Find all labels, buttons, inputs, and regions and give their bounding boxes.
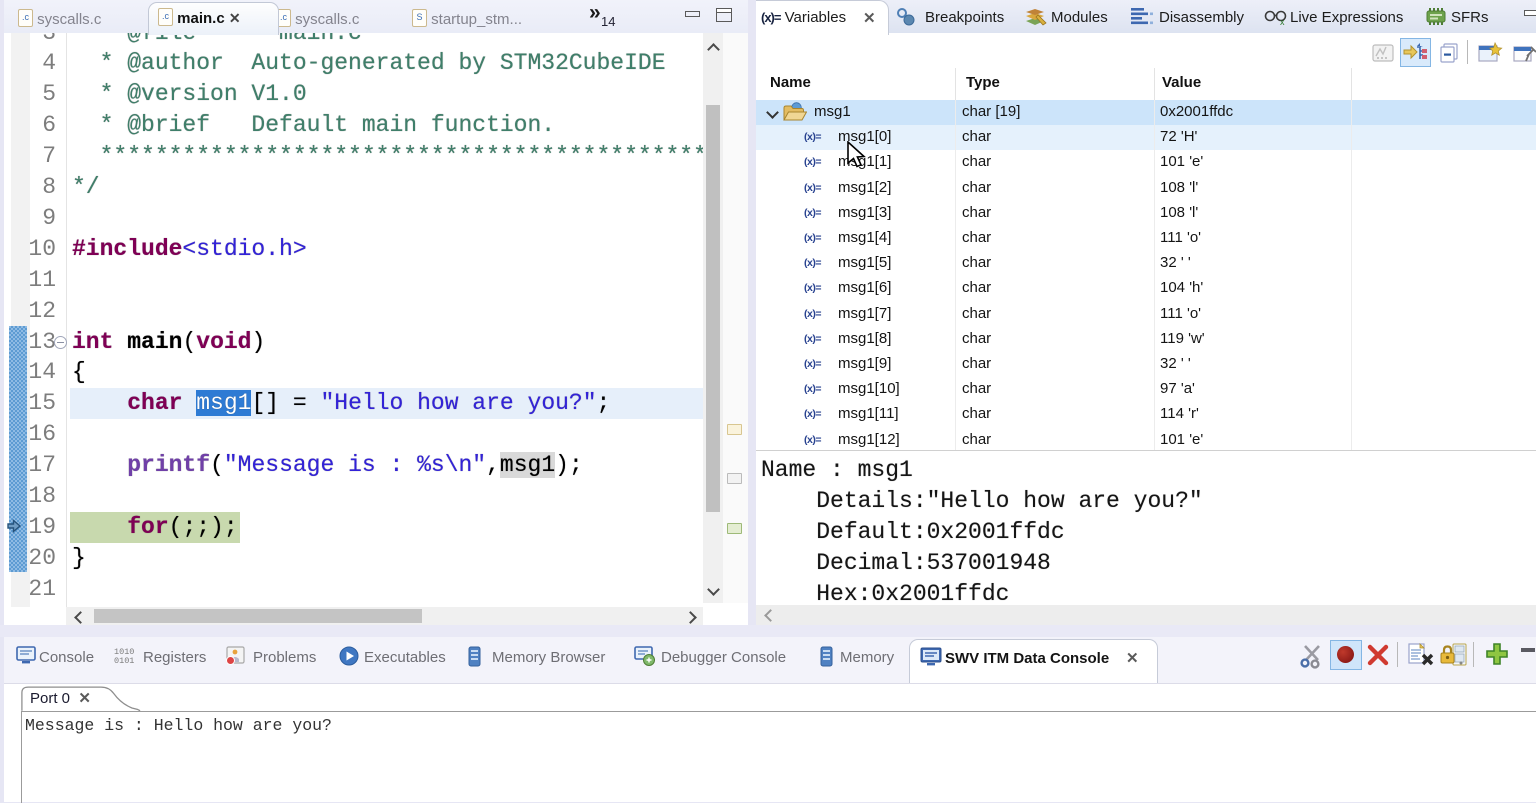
svg-text:x: x bbox=[1280, 17, 1285, 26]
